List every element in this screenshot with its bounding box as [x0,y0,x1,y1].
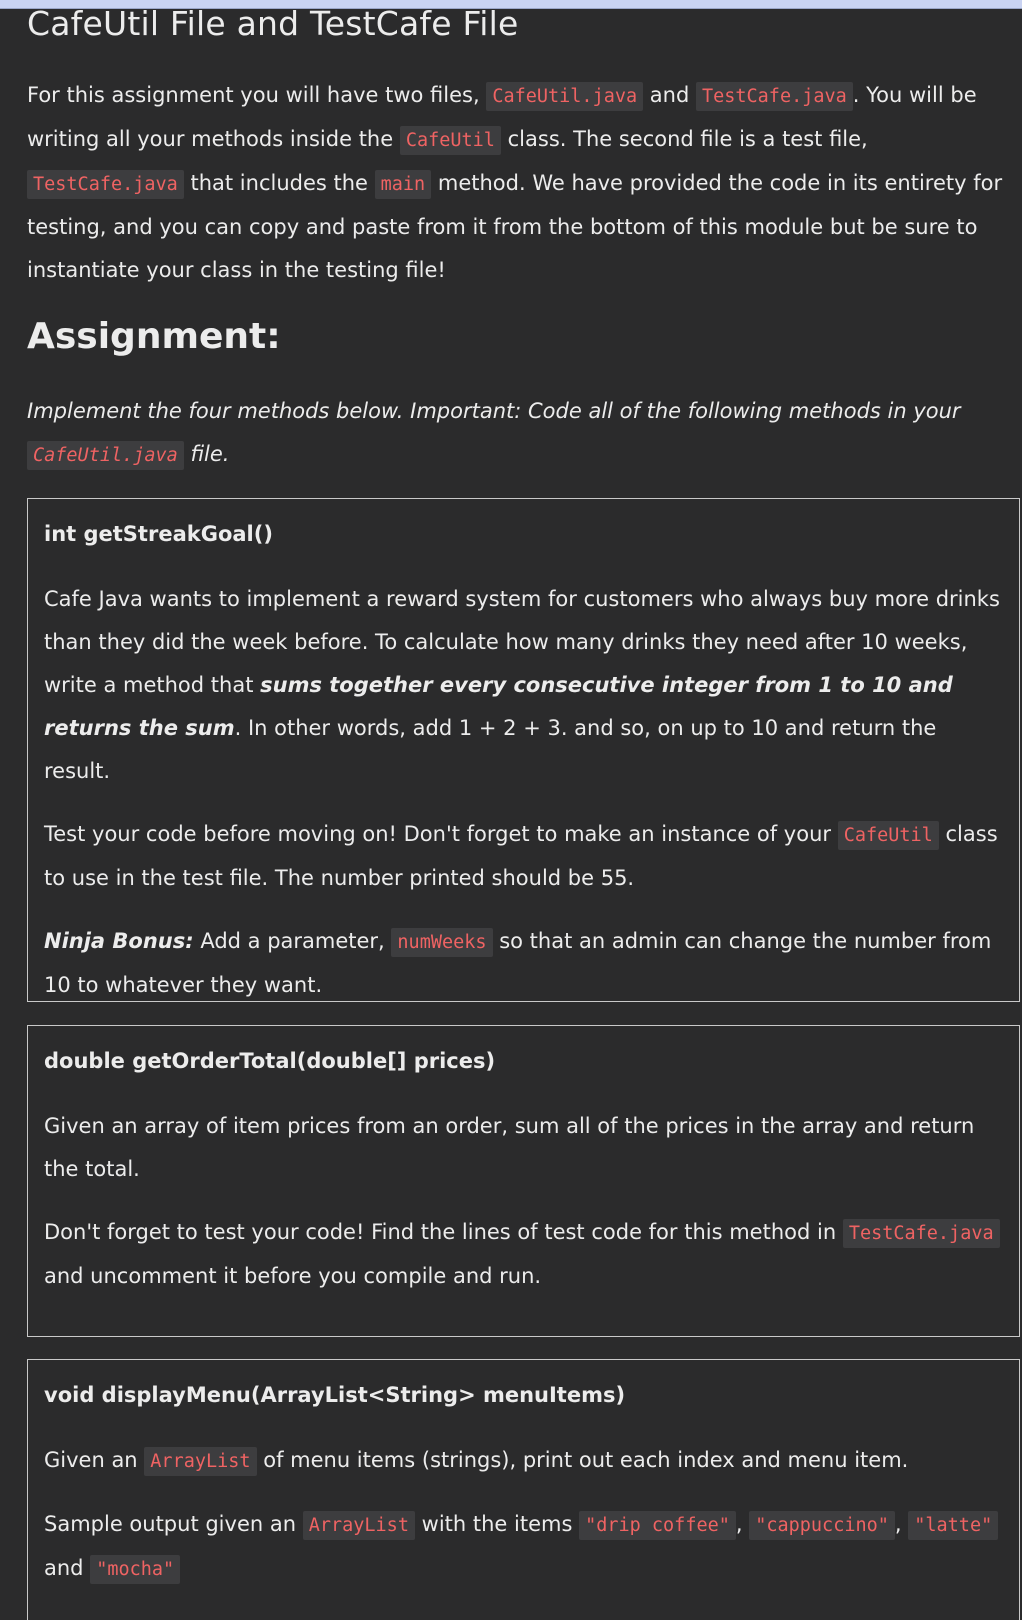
code-cafeutil-java: CafeUtil.java [27,441,184,470]
code-main: main [374,170,432,199]
desc-text: Given an [44,1448,145,1472]
code-numweeks: numWeeks [391,928,493,957]
sample-output-note: Sample output given an ArrayList with th… [44,1503,1003,1591]
code-cafeutil-java: CafeUtil.java [486,82,644,111]
assignment-heading: Assignment: [27,316,281,357]
desc-text: Add a parameter, [193,929,392,953]
desc-text: and [44,1556,91,1580]
intro-text: class. The second file is a test file, [500,127,868,151]
desc-text: of menu items (strings), print out each … [256,1448,909,1472]
instruction-text: Implement the four methods below. Import… [27,399,961,423]
code-latte: "latte" [908,1511,999,1540]
desc-text: Don't forget to test your code! Find the… [44,1220,843,1244]
code-arraylist: ArrayList [144,1447,257,1476]
desc-text: , [894,1512,909,1536]
code-testcafe-java: TestCafe.java [842,1219,1000,1248]
code-testcafe-java: TestCafe.java [27,170,184,199]
instruction-text: file. [183,442,230,466]
desc-text: with the items [414,1512,580,1536]
method-description: Given an ArrayList of menu items (string… [44,1439,1003,1483]
method-heading: double getOrderTotal(double[] prices) [44,1049,496,1073]
test-note: Don't forget to test your code! Find the… [44,1211,1003,1298]
code-drip-coffee: "drip coffee" [579,1511,736,1540]
method-heading: int getStreakGoal() [44,522,273,546]
test-note: Test your code before moving on! Don't f… [44,813,1003,900]
code-arraylist: ArrayList [302,1511,415,1540]
method-box-display-menu: void displayMenu(ArrayList<String> menuI… [27,1359,1020,1620]
code-cafeutil: CafeUtil [837,821,939,850]
method-box-get-streak-goal: int getStreakGoal() Cafe Java wants to i… [27,498,1020,1002]
code-testcafe-java: TestCafe.java [695,82,853,111]
intro-paragraph: For this assignment you will have two fi… [27,74,1017,292]
code-cafeutil: CafeUtil [399,126,501,155]
desc-text: , [735,1512,750,1536]
code-cappuccino: "cappuccino" [749,1511,895,1540]
method-heading: void displayMenu(ArrayList<String> menuI… [44,1383,626,1407]
ninja-bonus-label: Ninja Bonus: [44,929,194,953]
ninja-bonus: Ninja Bonus: Add a parameter, numWeeks s… [44,920,1003,1007]
code-mocha: "mocha" [90,1555,181,1584]
page-title: CafeUtil File and TestCafe File [27,4,519,43]
desc-text: Sample output given an [44,1512,303,1536]
desc-text: Test your code before moving on! Don't f… [44,822,838,846]
method-box-get-order-total: double getOrderTotal(double[] prices) Gi… [27,1025,1020,1337]
instruction-paragraph: Implement the four methods below. Import… [27,390,1017,477]
desc-text: and uncomment it before you compile and … [44,1264,542,1288]
intro-text: For this assignment you will have two fi… [27,83,487,107]
method-description: Given an array of item prices from an or… [44,1114,975,1181]
intro-text: that includes the [183,171,375,195]
intro-text: and [643,83,696,107]
method-description: Cafe Java wants to implement a reward sy… [44,578,1003,793]
